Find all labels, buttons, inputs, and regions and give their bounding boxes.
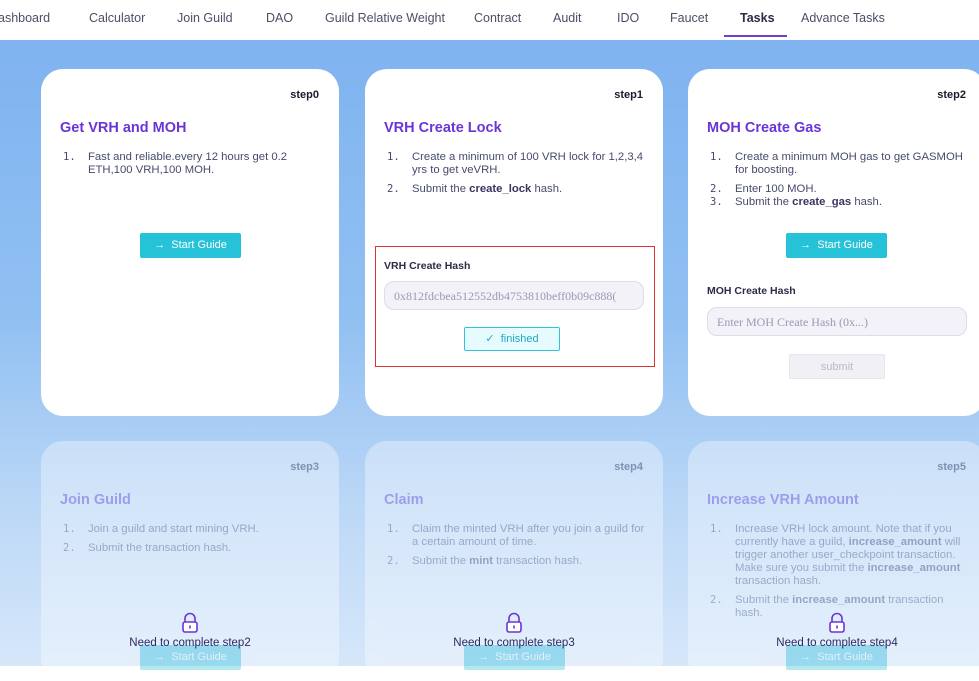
nav-dashboard[interactable]: ashboard [0, 11, 50, 25]
nav-ido[interactable]: IDO [617, 11, 639, 25]
list-item: 2. Enter 100 MOH. [710, 183, 817, 195]
nav-calculator[interactable]: Calculator [89, 11, 145, 25]
list-item: 1. Claim the minted VRH after you join a … [387, 523, 645, 548]
finished-button[interactable]: ✓ finished [464, 327, 560, 351]
lock-overlay-step5: Need to complete step4 [688, 612, 979, 649]
hash-label: MOH Create Hash [707, 285, 796, 297]
lock-message: Need to complete step4 [776, 637, 898, 649]
top-navigation: ashboard Calculator Join Guild DAO Guild… [0, 0, 979, 40]
nav-tasks[interactable]: Tasks [740, 11, 775, 25]
nav-contract[interactable]: Contract [474, 11, 521, 25]
vrh-create-hash-input[interactable]: 0x812fdcbea512552db4753810beff0b09c888( [384, 281, 644, 310]
lock-icon [182, 612, 198, 633]
step-label: step0 [290, 89, 319, 101]
task-list: 1. Increase VRH lock amount. Note that if… [710, 523, 972, 620]
start-guide-button[interactable]: → Start Guide [140, 233, 241, 258]
nav-dao[interactable]: DAO [266, 11, 293, 25]
task-list: 1. Join a guild and start mining VRH. 2. S… [63, 523, 325, 555]
arrow-right-icon: → [800, 239, 812, 251]
card-title: VRH Create Lock [384, 120, 502, 136]
arrow-right-icon: → [800, 651, 812, 663]
list-item: 3. Submit the create_gas hash. [710, 196, 882, 208]
task-list: 1. Create a minimum MOH gas to get GASMOH… [710, 151, 972, 209]
list-item: 2. Submit the mint transaction hash. [387, 555, 583, 567]
list-item: 1. Create a minimum of 100 VRH lock for 1… [387, 151, 644, 176]
list-item: 2. Submit the transaction hash. [63, 542, 232, 554]
task-card-step1: step1 VRH Create Lock 1. Create a minimum… [365, 69, 663, 416]
nav-guild-relative-weight[interactable]: Guild Relative Weight [325, 11, 445, 25]
arrow-right-icon: → [478, 651, 490, 663]
task-list: 1. Create a minimum of 100 VRH lock for 1… [387, 151, 649, 196]
arrow-right-icon: → [154, 239, 166, 251]
lock-message: Need to complete step3 [453, 637, 575, 649]
task-card-step0: step0 Get VRH and MOH 1. Fast and reliabl… [41, 69, 339, 416]
card-title: Join Guild [60, 492, 131, 508]
card-title: Claim [384, 492, 424, 508]
task-list: 1. Fast and reliable.every 12 hours get 0… [63, 151, 325, 177]
task-card-step2: step2 MOH Create Gas 1. Create a minimum … [688, 69, 979, 416]
lock-overlay-step3: Need to complete step2 [41, 612, 339, 649]
lock-message: Need to complete step2 [129, 637, 251, 649]
step-label: step1 [614, 89, 643, 101]
lock-overlay-step4: Need to complete step3 [365, 612, 663, 649]
checkmark-icon: ✓ [485, 333, 495, 345]
nav-advance-tasks[interactable]: Advance Tasks [801, 11, 885, 25]
start-guide-button[interactable]: → Start Guide [786, 233, 887, 258]
hash-label: VRH Create Hash [384, 260, 471, 272]
list-item: 2. Submit the create_lock hash. [387, 183, 563, 195]
card-title: Increase VRH Amount [707, 492, 859, 508]
moh-create-hash-input[interactable]: Enter MOH Create Hash (0x...) [707, 307, 967, 336]
lock-icon [829, 612, 845, 633]
step-label: step2 [937, 89, 966, 101]
active-tab-indicator [724, 35, 787, 37]
step-label: step4 [614, 461, 643, 473]
step-label: step5 [937, 461, 966, 473]
card-title: MOH Create Gas [707, 120, 822, 136]
step-label: step3 [290, 461, 319, 473]
nav-audit[interactable]: Audit [553, 11, 582, 25]
nav-join-guild[interactable]: Join Guild [177, 11, 233, 25]
submit-button[interactable]: submit [789, 354, 885, 379]
list-item: 1. Increase VRH lock amount. Note that if… [710, 523, 961, 587]
lock-icon [506, 612, 522, 633]
card-title: Get VRH and MOH [60, 120, 187, 136]
task-list: 1. Claim the minted VRH after you join a … [387, 523, 649, 568]
arrow-right-icon: → [154, 651, 166, 663]
list-item: 1. Fast and reliable.every 12 hours get 0… [63, 151, 288, 176]
list-item: 1. Join a guild and start mining VRH. [63, 523, 259, 535]
list-item: 1. Create a minimum MOH gas to get GASMOH… [710, 151, 963, 176]
nav-faucet[interactable]: Faucet [670, 11, 708, 25]
